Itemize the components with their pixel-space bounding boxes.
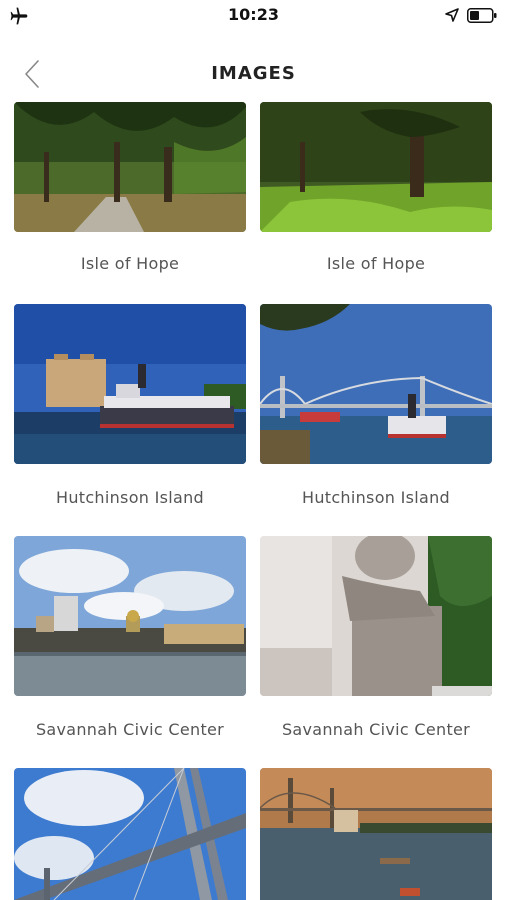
image-thumbnail	[260, 536, 492, 696]
status-time: 10:23	[228, 5, 279, 24]
image-caption: Hutchinson Island	[301, 488, 451, 507]
image-card[interactable]: Hutchinson Island	[260, 304, 492, 507]
image-thumbnail	[14, 536, 246, 696]
image-thumbnail	[14, 304, 246, 464]
image-thumbnail	[260, 304, 492, 464]
navigation-bar: IMAGES	[0, 46, 507, 102]
image-caption: Hutchinson Island	[55, 488, 205, 507]
image-thumbnail	[260, 768, 492, 900]
image-card[interactable]: Savannah Civic Center	[14, 536, 246, 739]
image-card[interactable]: Savannah Civic Center	[260, 536, 492, 739]
status-bar: 10:23	[0, 0, 507, 32]
image-caption: Savannah Civic Center	[35, 720, 225, 739]
image-card[interactable]	[260, 768, 492, 900]
image-grid: Isle of Hope Isle of Hope Hutchinson Isl…	[0, 102, 507, 900]
image-thumbnail	[14, 102, 246, 232]
image-card[interactable]	[14, 768, 246, 900]
image-card[interactable]: Isle of Hope	[260, 102, 492, 273]
image-caption: Isle of Hope	[80, 254, 180, 273]
image-caption: Savannah Civic Center	[281, 720, 471, 739]
location-arrow-icon	[445, 8, 459, 22]
image-card[interactable]: Hutchinson Island	[14, 304, 246, 507]
battery-icon	[467, 8, 497, 23]
image-thumbnail	[14, 768, 246, 900]
page-title: IMAGES	[211, 63, 296, 84]
image-thumbnail	[260, 102, 492, 232]
image-card[interactable]: Isle of Hope	[14, 102, 246, 273]
image-caption: Isle of Hope	[326, 254, 426, 273]
